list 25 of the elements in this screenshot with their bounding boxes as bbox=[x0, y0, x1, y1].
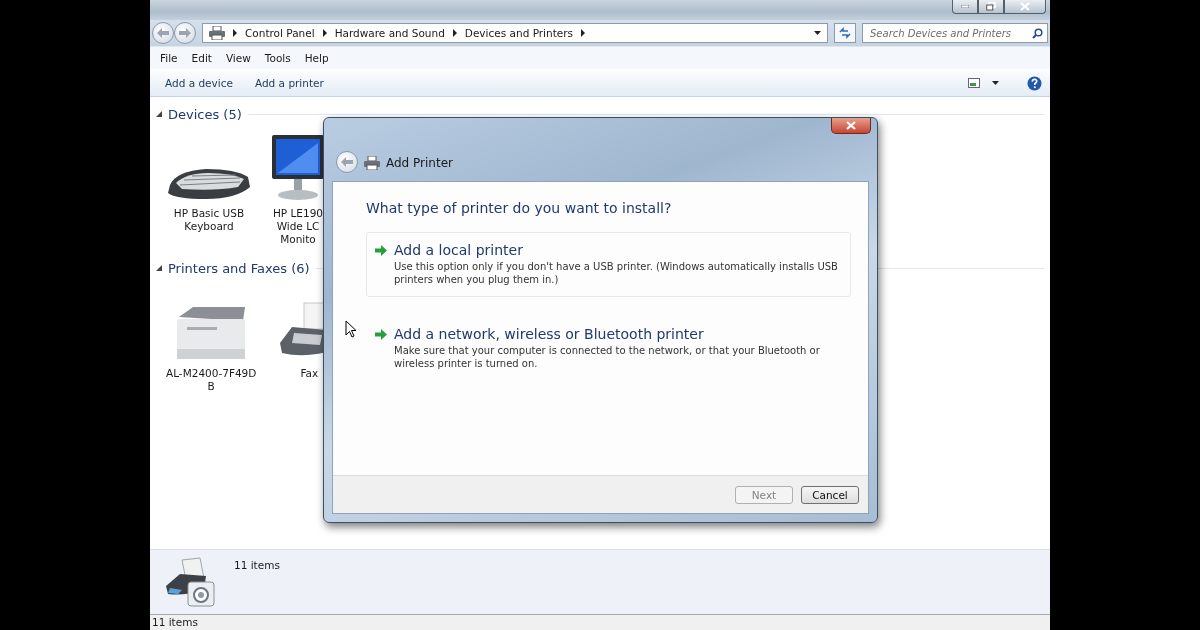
menu-item[interactable]: View bbox=[218, 50, 258, 66]
option-link[interactable]: Add a network, wireless or Bluetooth printer Make sure that your computer is connected to the network, or that your Bluetooth or wireless printer is turned on. bbox=[366, 316, 851, 381]
breadcrumb-link[interactable]: Hardware and Sound bbox=[334, 27, 445, 39]
device-label: Fax bbox=[300, 367, 319, 380]
menu-item[interactable]: File bbox=[153, 50, 185, 66]
address-field[interactable]: Control Panel Hardware and Sound Devices and Printers bbox=[202, 23, 828, 43]
breadcrumb-link[interactable]: Devices and Printers bbox=[464, 27, 574, 39]
dialog-title: Add Printer bbox=[386, 156, 453, 170]
menu-item[interactable]: Edit bbox=[184, 50, 219, 66]
option-link[interactable]: Add a local printer Use this option only if you don't have a USB printer. (Windows automatically installs USB printers when you plug them in.) bbox=[366, 232, 851, 297]
device-label: HP LE190 Wide LC Monito bbox=[272, 207, 324, 246]
dialog-button[interactable]: Cancel bbox=[801, 485, 859, 504]
group-header[interactable]: Printers and Faxes (6) bbox=[168, 260, 310, 276]
toolbar-button[interactable]: Add a printer bbox=[245, 74, 333, 92]
group-header[interactable]: Devices (5) bbox=[168, 106, 242, 122]
status-text: 11 items bbox=[150, 614, 1050, 630]
breadcrumb-link[interactable]: Control Panel bbox=[245, 27, 315, 39]
menu-item[interactable]: Tools bbox=[257, 50, 298, 66]
item-count: 11 items bbox=[234, 559, 280, 571]
dialog-heading: What type of printer do you want to install? bbox=[366, 200, 673, 216]
menu-item[interactable]: Help bbox=[297, 50, 336, 66]
device-label: HP Basic USB Keyboard bbox=[173, 207, 245, 233]
search-field[interactable]: Search Devices and Printers bbox=[862, 23, 1048, 43]
device-label: AL-M2400-7F49D B bbox=[166, 367, 257, 393]
toolbar-button[interactable]: Add a device bbox=[156, 74, 242, 92]
